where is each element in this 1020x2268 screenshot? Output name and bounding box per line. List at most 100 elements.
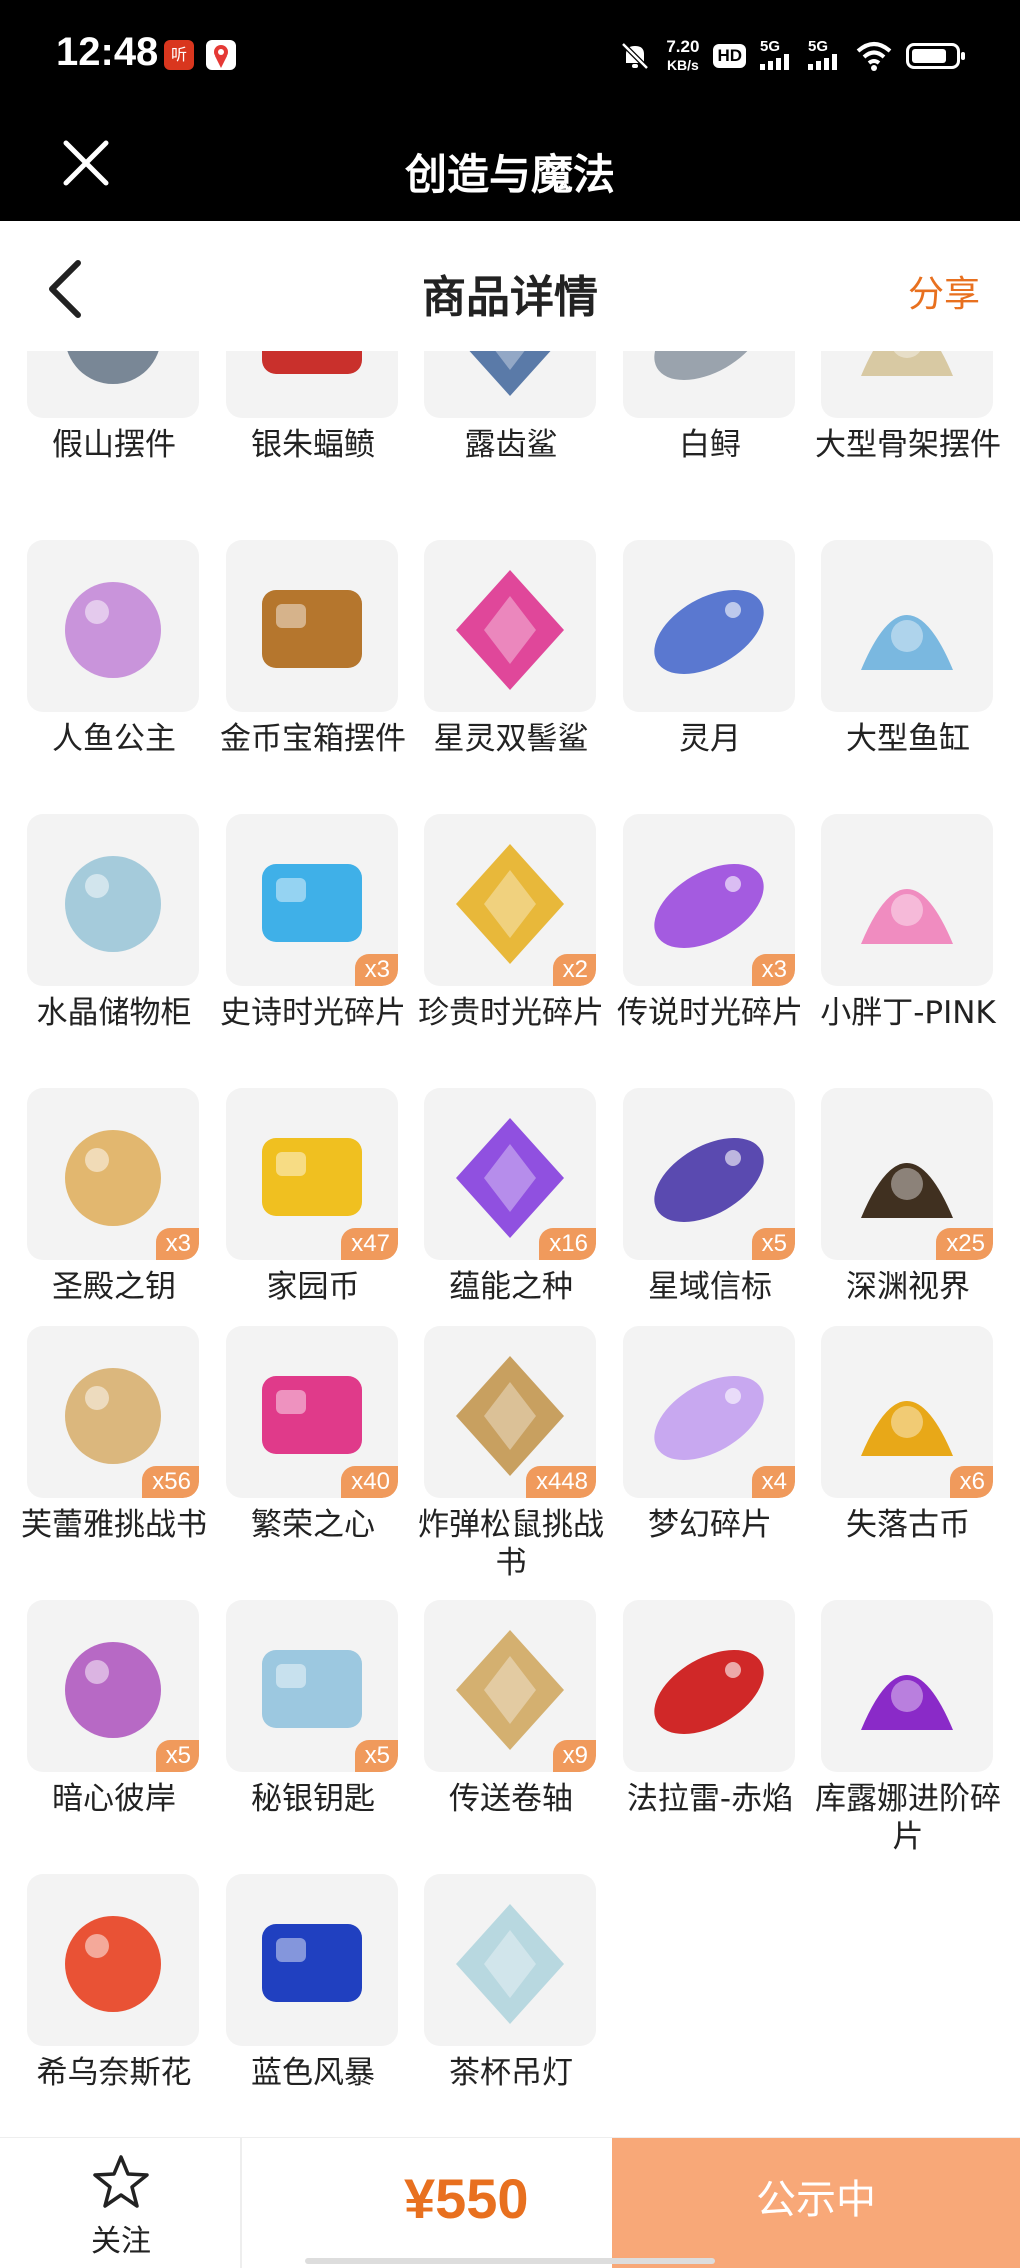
item-name: 星域信标 bbox=[648, 1269, 772, 1305]
status-time: 12:48 bbox=[56, 30, 159, 74]
item-image bbox=[456, 570, 564, 690]
signal-label-2: 5G bbox=[808, 38, 829, 55]
item-thumbnail: x3 bbox=[623, 814, 795, 986]
mute-bell-icon bbox=[621, 42, 650, 70]
item-card[interactable]: 假山摆件 bbox=[27, 351, 225, 486]
item-card[interactable]: x2 珍贵时光碎片 bbox=[418, 814, 622, 1054]
star-icon bbox=[93, 2155, 149, 2208]
item-card[interactable]: x9 传送卷轴 bbox=[424, 1600, 622, 1840]
item-thumbnail: x16 bbox=[424, 1088, 596, 1260]
item-card[interactable]: 希乌奈斯花 bbox=[27, 1874, 225, 2114]
quantity-badge: x25 bbox=[936, 1228, 993, 1260]
app-notification-icon: 听 bbox=[164, 40, 194, 70]
item-name: 家园币 bbox=[266, 1269, 360, 1305]
item-card[interactable]: x25 深渊视界 bbox=[821, 1088, 1019, 1328]
item-thumbnail: x56 bbox=[27, 1326, 199, 1498]
quantity-badge: x5 bbox=[155, 1740, 199, 1772]
home-indicator bbox=[305, 2258, 715, 2264]
signal-label-1: 5G bbox=[760, 38, 781, 55]
item-image bbox=[65, 856, 161, 952]
quantity-badge: x40 bbox=[341, 1466, 398, 1498]
status-indicators: 7.20 KB/s HD 5G 5G bbox=[618, 34, 965, 78]
share-button[interactable]: 分享 bbox=[908, 265, 980, 317]
item-card[interactable]: 银朱蝠鲼 bbox=[226, 351, 424, 486]
follow-label: 关注 bbox=[91, 2224, 151, 2259]
item-image bbox=[654, 1649, 764, 1735]
item-name: 史诗时光碎片 bbox=[220, 995, 406, 1031]
item-name: 传送卷轴 bbox=[449, 1781, 573, 1817]
item-card[interactable]: 大型鱼缸 bbox=[821, 540, 1019, 780]
item-card[interactable]: x448 炸弹松鼠挑战书 bbox=[418, 1326, 622, 1581]
item-name: 星灵双髻鲨 bbox=[433, 721, 589, 757]
quantity-badge: x3 bbox=[155, 1228, 199, 1260]
item-card[interactable]: x16 蕴能之种 bbox=[424, 1088, 622, 1328]
item-card[interactable]: 金币宝箱摆件 bbox=[220, 540, 424, 780]
item-thumbnail: x5 bbox=[623, 1088, 795, 1260]
status-button[interactable]: 公示中 bbox=[612, 2138, 1020, 2268]
item-name: 繁荣之心 bbox=[251, 1507, 375, 1543]
item-card[interactable]: 白鲟 bbox=[623, 351, 821, 486]
detail-header: 商品详情 分享 bbox=[0, 221, 1020, 351]
item-card[interactable]: x3 圣殿之钥 bbox=[27, 1088, 225, 1328]
item-card[interactable]: 库露娜进阶碎片 bbox=[815, 1600, 1019, 1855]
item-card[interactable]: 茶杯吊灯 bbox=[424, 1874, 622, 2114]
quantity-badge: x3 bbox=[751, 954, 795, 986]
bottom-bar: 关注 ¥550 公示中 bbox=[0, 2137, 1020, 2268]
item-card[interactable]: 人鱼公主 bbox=[27, 540, 225, 780]
app-title: 创造与魔法 bbox=[404, 150, 615, 199]
item-name: 库露娜进阶碎片 bbox=[815, 1781, 1001, 1855]
item-name: 秘银钥匙 bbox=[251, 1781, 375, 1817]
item-card[interactable]: 露齿鲨 bbox=[424, 351, 622, 486]
item-card[interactable]: 小胖丁-PINK bbox=[820, 814, 1019, 1054]
item-card[interactable]: 法拉雷-赤焰 bbox=[623, 1600, 821, 1840]
item-image bbox=[65, 582, 161, 678]
item-card[interactable]: 灵月 bbox=[623, 540, 821, 780]
item-card[interactable]: x5 星域信标 bbox=[623, 1088, 821, 1328]
item-image bbox=[262, 351, 362, 374]
quantity-badge: x4 bbox=[751, 1466, 795, 1498]
item-name: 金币宝箱摆件 bbox=[220, 721, 406, 757]
item-name: 白鲟 bbox=[679, 427, 741, 463]
item-name: 假山摆件 bbox=[52, 427, 176, 463]
item-image bbox=[67, 351, 159, 384]
follow-button[interactable]: 关注 bbox=[0, 2138, 242, 2268]
item-name: 蕴能之种 bbox=[449, 1269, 573, 1305]
item-name: 失落古币 bbox=[846, 1507, 970, 1543]
item-card[interactable]: 蓝色风暴 bbox=[226, 1874, 424, 2114]
item-image bbox=[654, 351, 764, 381]
net-speed-value: 7.20 bbox=[666, 37, 700, 56]
item-card[interactable]: x3 史诗时光碎片 bbox=[220, 814, 424, 1054]
item-thumbnail bbox=[226, 1874, 398, 2046]
wifi-icon bbox=[856, 42, 892, 71]
item-thumbnail bbox=[226, 540, 398, 712]
item-name: 露齿鲨 bbox=[464, 427, 558, 463]
item-image bbox=[861, 615, 953, 670]
item-thumbnail bbox=[27, 1874, 199, 2046]
item-thumbnail: x4 bbox=[623, 1326, 795, 1498]
signal-strength-2: 5G bbox=[808, 39, 842, 73]
item-thumbnail bbox=[623, 1600, 795, 1772]
item-card[interactable]: x56 芙蕾雅挑战书 bbox=[21, 1326, 225, 1566]
item-thumbnail bbox=[821, 1600, 993, 1772]
item-card[interactable]: 星灵双髻鲨 bbox=[424, 540, 622, 780]
item-thumbnail: x6 bbox=[821, 1326, 993, 1498]
item-thumbnail: x448 bbox=[424, 1326, 596, 1498]
item-thumbnail: x5 bbox=[226, 1600, 398, 1772]
quantity-badge: x56 bbox=[142, 1466, 199, 1498]
item-image bbox=[861, 889, 953, 944]
item-grid: 假山摆件 银朱蝠鲼 露齿鲨 白鲟 大型骨架摆件人鱼公主 金币宝箱摆件 星灵双髻鲨 灵月 大型鱼缸… bbox=[0, 351, 1020, 2140]
item-card[interactable]: x4 梦幻碎片 bbox=[623, 1326, 821, 1566]
item-card[interactable]: 大型骨架摆件 bbox=[815, 351, 1019, 486]
item-image bbox=[861, 1675, 953, 1730]
item-thumbnail bbox=[27, 814, 199, 986]
item-card[interactable]: x3 传说时光碎片 bbox=[617, 814, 821, 1054]
item-card[interactable]: x40 繁荣之心 bbox=[226, 1326, 424, 1566]
item-name: 人鱼公主 bbox=[52, 721, 176, 757]
item-card[interactable]: 水晶储物柜 bbox=[27, 814, 225, 1054]
item-name: 深渊视界 bbox=[846, 1269, 970, 1305]
item-card[interactable]: x6 失落古币 bbox=[821, 1326, 1019, 1566]
item-card[interactable]: x5 秘银钥匙 bbox=[226, 1600, 424, 1840]
item-card[interactable]: x47 家园币 bbox=[226, 1088, 424, 1328]
item-card[interactable]: x5 暗心彼岸 bbox=[27, 1600, 225, 1840]
item-thumbnail bbox=[821, 351, 993, 418]
